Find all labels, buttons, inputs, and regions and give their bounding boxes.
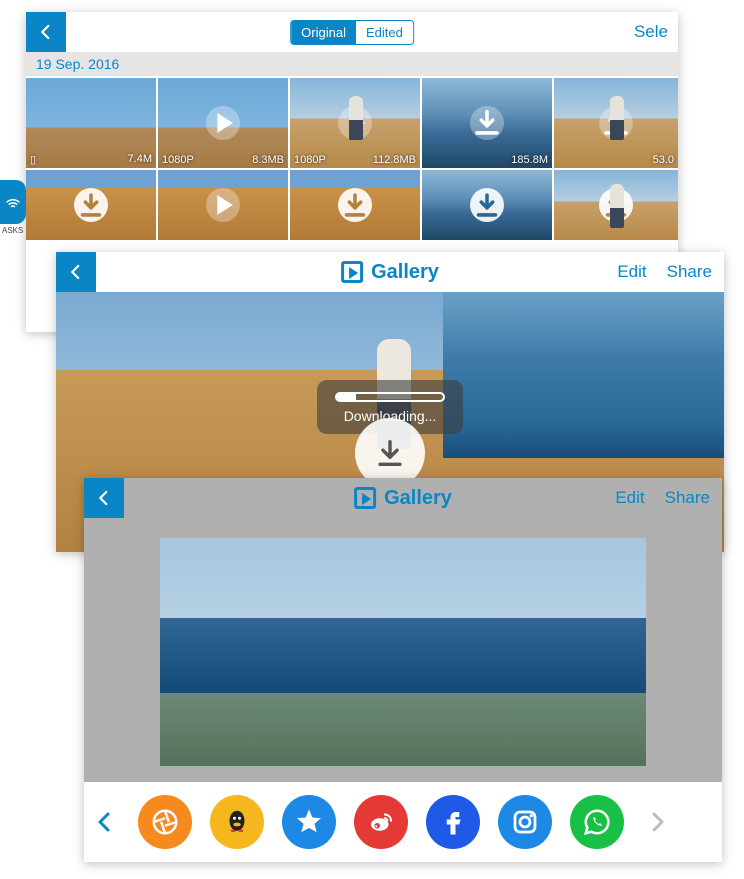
photo-content <box>443 292 724 458</box>
facebook-icon <box>438 807 468 837</box>
chevron-left-icon <box>95 489 113 507</box>
gallery-icon <box>354 487 376 509</box>
segment-original[interactable]: Original <box>291 21 356 44</box>
share-weibo[interactable] <box>354 795 408 849</box>
share-camera[interactable] <box>138 795 192 849</box>
thumbnail[interactable] <box>290 170 420 240</box>
share-qzone[interactable] <box>282 795 336 849</box>
thumb-size: 185.8M <box>511 154 548 166</box>
download-icon <box>599 188 633 222</box>
thumbnail-row-2 <box>26 170 678 240</box>
grid-header: Original Edited Sele <box>26 12 678 52</box>
share-link[interactable]: Share <box>667 262 712 282</box>
gallery-title: Gallery <box>341 261 439 284</box>
weibo-icon <box>366 807 396 837</box>
aperture-icon <box>150 807 180 837</box>
gallery-share-screen: Gallery Edit Share <box>84 478 722 862</box>
wifi-icon <box>4 193 22 211</box>
share-link[interactable]: Share <box>665 488 710 508</box>
thumbnail[interactable] <box>422 170 552 240</box>
instagram-icon <box>510 807 540 837</box>
asks-badge[interactable] <box>0 180 26 224</box>
thumb-size: 7.4M <box>128 153 152 166</box>
original-edited-toggle[interactable]: Original Edited <box>290 20 414 45</box>
date-header: 19 Sep. 2016 <box>26 52 678 76</box>
photo-preview[interactable] <box>160 538 646 766</box>
star-icon <box>294 807 324 837</box>
edit-link[interactable]: Edit <box>617 262 646 282</box>
download-arrow-icon <box>373 436 407 470</box>
share-whatsapp[interactable] <box>570 795 624 849</box>
qq-icon <box>222 807 252 837</box>
thumbnail[interactable]: 1080P 112.8MB <box>290 78 420 168</box>
play-icon <box>338 106 372 140</box>
thumbnail[interactable] <box>554 170 678 240</box>
asks-label: ASKS <box>2 226 23 235</box>
thumbnail[interactable] <box>26 170 156 240</box>
chevron-left-icon <box>67 263 85 281</box>
play-icon <box>206 106 240 140</box>
chevron-right-icon <box>645 810 669 834</box>
share-qq[interactable] <box>210 795 264 849</box>
chevron-left-icon <box>93 810 117 834</box>
segment-edited[interactable]: Edited <box>356 21 413 44</box>
phone-icon: ▯ <box>30 153 36 166</box>
gallery-title-text: Gallery <box>371 261 439 284</box>
play-icon <box>206 188 240 222</box>
share-instagram[interactable] <box>498 795 552 849</box>
select-link[interactable]: Sele <box>634 22 668 42</box>
download-icon <box>338 188 372 222</box>
edit-link[interactable]: Edit <box>615 488 644 508</box>
download-icon <box>470 188 504 222</box>
download-icon <box>470 106 504 140</box>
back-button[interactable] <box>56 252 96 292</box>
whatsapp-icon <box>582 807 612 837</box>
header-actions: Edit Share <box>617 262 712 282</box>
progress-bar <box>335 392 445 402</box>
gallery-header: Gallery Edit Share <box>56 252 724 292</box>
header-actions: Edit Share <box>615 488 710 508</box>
gallery-header: Gallery Edit Share <box>84 478 722 518</box>
thumbnail[interactable]: 185.8M <box>422 78 552 168</box>
gallery-icon <box>341 261 363 283</box>
thumb-res: 1080P <box>162 154 194 166</box>
share-facebook[interactable] <box>426 795 480 849</box>
thumbnail-row-1: ▯ 7.4M 1080P 8.3MB 1080P 112.8MB 185.8M 53.… <box>26 78 678 168</box>
thumbnail[interactable] <box>158 170 288 240</box>
thumbnail[interactable]: ▯ 7.4M <box>26 78 156 168</box>
thumb-res: 1080P <box>294 154 326 166</box>
download-icon <box>599 106 633 140</box>
thumb-size: 53.0 <box>653 154 674 166</box>
share-scroll-left[interactable] <box>90 810 120 834</box>
thumbnail[interactable]: 53.0 <box>554 78 678 168</box>
back-button[interactable] <box>26 12 66 52</box>
chevron-left-icon <box>37 23 55 41</box>
download-icon <box>74 188 108 222</box>
gallery-title-text: Gallery <box>384 487 452 510</box>
gallery-title: Gallery <box>354 487 452 510</box>
thumbnail[interactable]: 1080P 8.3MB <box>158 78 288 168</box>
share-scroll-right[interactable] <box>642 810 672 834</box>
thumb-size: 112.8MB <box>373 154 416 166</box>
back-button[interactable] <box>84 478 124 518</box>
share-sheet <box>84 782 722 862</box>
thumb-size: 8.3MB <box>252 154 284 166</box>
